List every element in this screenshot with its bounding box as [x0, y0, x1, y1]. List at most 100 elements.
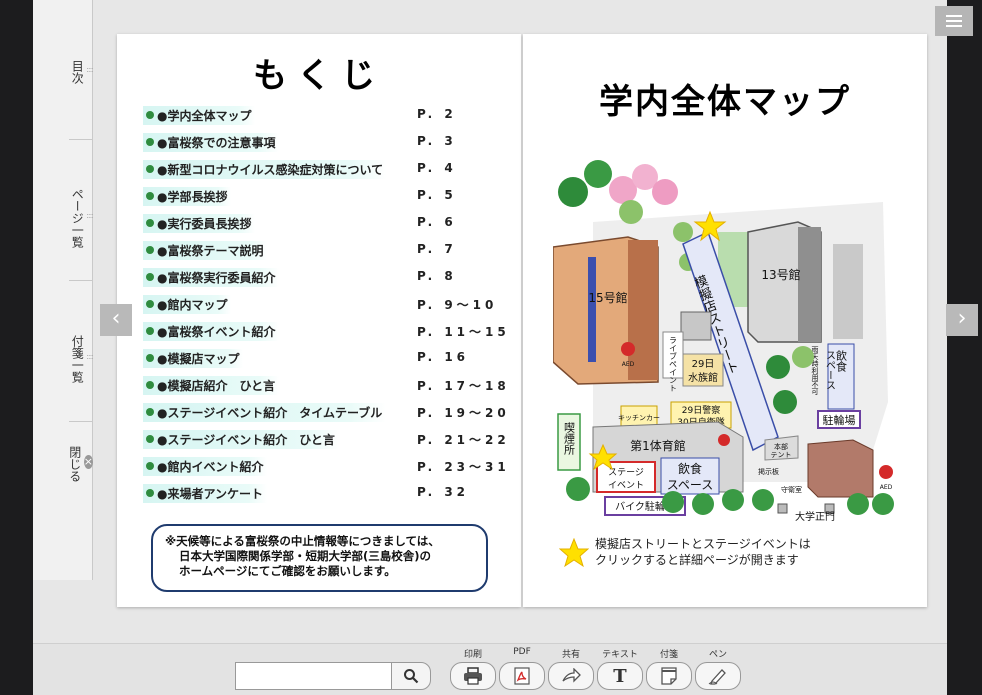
- lawn: [833, 244, 863, 339]
- toc-item-page: P. 4: [417, 161, 457, 175]
- menu-button[interactable]: [935, 6, 973, 36]
- tab-page-list[interactable]: :::: ページ一覧: [69, 141, 94, 281]
- toc-item-label[interactable]: ●学内全体マップ: [143, 106, 256, 125]
- toc-item-page: P. 2: [417, 107, 457, 121]
- tab-sticky-list[interactable]: :::: 付箋一覧: [69, 282, 94, 422]
- legend-line: 模擬店ストリートとステージイベントは: [595, 537, 811, 551]
- bottom-toolbar: 印刷 PDF 共有 テキスト T 付箋 ペン: [33, 643, 947, 695]
- toc-item[interactable]: ●模擬店紹介 ひと言 P. 17～18: [143, 372, 513, 399]
- pdf-icon: [514, 667, 530, 685]
- toc-item[interactable]: ●富桜祭テーマ説明 P. 7: [143, 237, 513, 264]
- menu-icon-bar: [946, 25, 962, 27]
- share-icon: [562, 668, 581, 683]
- map-title: 学内全体マップ: [599, 82, 851, 122]
- toc-item-label[interactable]: ●新型コロナウイルス感染症対策について: [143, 160, 388, 179]
- sticky-note-button[interactable]: [646, 662, 692, 690]
- tree: [766, 355, 790, 379]
- toc-item-page: P. 9～10: [417, 298, 498, 312]
- side-tab-panel: :::: 目次 :::: ページ一覧 :::: 付箋一覧 × 閉じる: [33, 0, 94, 580]
- map-label-dining: スペース: [667, 478, 714, 492]
- building-13-side: [798, 227, 821, 342]
- toc-item-label[interactable]: ●ステージイベント紹介 タイムテーブル: [143, 403, 387, 422]
- map-label-aed: AED: [880, 484, 893, 491]
- map-label-dining-side: 飲食: [835, 349, 848, 373]
- tab-close[interactable]: × 閉じる: [68, 432, 93, 492]
- toc-item[interactable]: ●新型コロナウイルス感染症対策について P. 4: [143, 156, 513, 183]
- fountain: [680, 311, 712, 341]
- toc-item-page: P. 32: [417, 485, 470, 499]
- tab-toc[interactable]: :::: 目次: [69, 0, 94, 140]
- toc-item-label[interactable]: ●富桜祭テーマ説明: [143, 241, 268, 260]
- toc-item[interactable]: ●館内マップ P. 9～10: [143, 291, 513, 318]
- toc-title: もくじ: [253, 56, 385, 96]
- search-icon: [404, 669, 419, 684]
- toc-list: ●学内全体マップ P. 2 ●富桜祭での注意事項 P. 3 ●新型コロナウイルス感染…: [143, 102, 513, 507]
- search-input[interactable]: [235, 662, 392, 690]
- toc-item[interactable]: ●ステージイベント紹介 タイムテーブル P. 19～20: [143, 399, 513, 426]
- next-page-button[interactable]: ›: [946, 304, 978, 336]
- toc-item[interactable]: ●館内イベント紹介 P. 23～31: [143, 453, 513, 480]
- legend-line: クリックすると詳細ページが開きます: [595, 553, 799, 567]
- toc-item[interactable]: ●ステージイベント紹介 ひと言 P. 21～22: [143, 426, 513, 453]
- menu-icon-bar: [946, 20, 962, 22]
- toc-item[interactable]: ●富桜祭での注意事項 P. 3: [143, 129, 513, 156]
- search-button[interactable]: [391, 662, 431, 690]
- toc-item-page: P. 16: [417, 350, 470, 364]
- toc-item-page: P. 17～18: [417, 379, 510, 393]
- map-label-stage[interactable]: イベント: [608, 481, 644, 491]
- tab-sticky-list-label: 付箋一覧: [70, 334, 85, 383]
- toc-item-label[interactable]: ●富桜祭実行委員紹介: [143, 268, 280, 287]
- pen-button[interactable]: [695, 662, 741, 690]
- toc-item-label[interactable]: ●模擬店マップ: [143, 349, 244, 368]
- toc-item[interactable]: ●学部長挨拶 P. 5: [143, 183, 513, 210]
- tree: [584, 160, 612, 188]
- tab-page-list-label: ページ一覧: [70, 187, 85, 248]
- map-label-dining-side: スペース: [824, 350, 836, 390]
- map-label-dining: 飲食: [678, 461, 702, 476]
- toc-item[interactable]: ●模擬店マップ P. 16: [143, 345, 513, 372]
- map-label-aquarium: 水族館: [688, 371, 718, 384]
- tree: [792, 346, 814, 368]
- map-label-parking: 駐輪場: [823, 413, 856, 427]
- toc-item-page: P. 19～20: [417, 406, 510, 420]
- toc-item-label[interactable]: ●館内イベント紹介: [143, 457, 268, 476]
- pdf-button[interactable]: [499, 662, 545, 690]
- toc-item-page: P. 3: [417, 134, 457, 148]
- toc-item-label[interactable]: ●富桜祭での注意事項: [143, 133, 280, 152]
- tree: [566, 477, 590, 501]
- aed-icon: [621, 342, 635, 356]
- toc-item-label[interactable]: ●模擬店紹介 ひと言: [143, 376, 280, 395]
- toc-item-label[interactable]: ●実行委員長挨拶: [143, 214, 256, 233]
- tree: [872, 493, 894, 515]
- map-label-aed: AED: [622, 361, 635, 368]
- toc-item[interactable]: ●学内全体マップ P. 2: [143, 102, 513, 129]
- map-label-live-paint: ライブペイント: [669, 336, 678, 392]
- tree: [847, 493, 869, 515]
- toc-item[interactable]: ●富桜祭イベント紹介 P. 11～15: [143, 318, 513, 345]
- toc-item-page: P. 7: [417, 242, 457, 256]
- toc-item[interactable]: ●来場者アンケート P. 32: [143, 480, 513, 507]
- toc-item-label[interactable]: ●学部長挨拶: [143, 187, 232, 206]
- grip-icon: ::::: [86, 65, 94, 74]
- notice-line: ホームページにてご確認をお願いします。: [179, 564, 396, 578]
- toc-item[interactable]: ●富桜祭実行委員紹介 P. 8: [143, 264, 513, 291]
- toc-item-label[interactable]: ●富桜祭イベント紹介: [143, 322, 280, 341]
- text-button[interactable]: T: [597, 662, 643, 690]
- menu-icon-bar: [946, 15, 962, 17]
- tree: [662, 491, 684, 513]
- toc-item[interactable]: ●実行委員長挨拶 P. 6: [143, 210, 513, 237]
- prev-page-button[interactable]: ‹: [100, 304, 132, 336]
- map-label-stage[interactable]: ステージ: [608, 467, 644, 478]
- pen-icon: [708, 669, 726, 685]
- tool-label: 付箋: [659, 650, 678, 660]
- share-button[interactable]: [548, 662, 594, 690]
- notice-line: ※天候等による富桜祭の中止情報等につきましては、: [165, 534, 440, 548]
- tree: [722, 489, 744, 511]
- grip-icon: ::::: [86, 211, 94, 220]
- toc-item-label[interactable]: ●来場者アンケート: [143, 484, 267, 503]
- building-15-glass: [588, 257, 596, 362]
- toc-item-label[interactable]: ●館内マップ: [143, 295, 232, 314]
- toc-item-label[interactable]: ●ステージイベント紹介 ひと言: [143, 430, 339, 449]
- main-building: [807, 439, 874, 498]
- print-button[interactable]: [450, 662, 496, 690]
